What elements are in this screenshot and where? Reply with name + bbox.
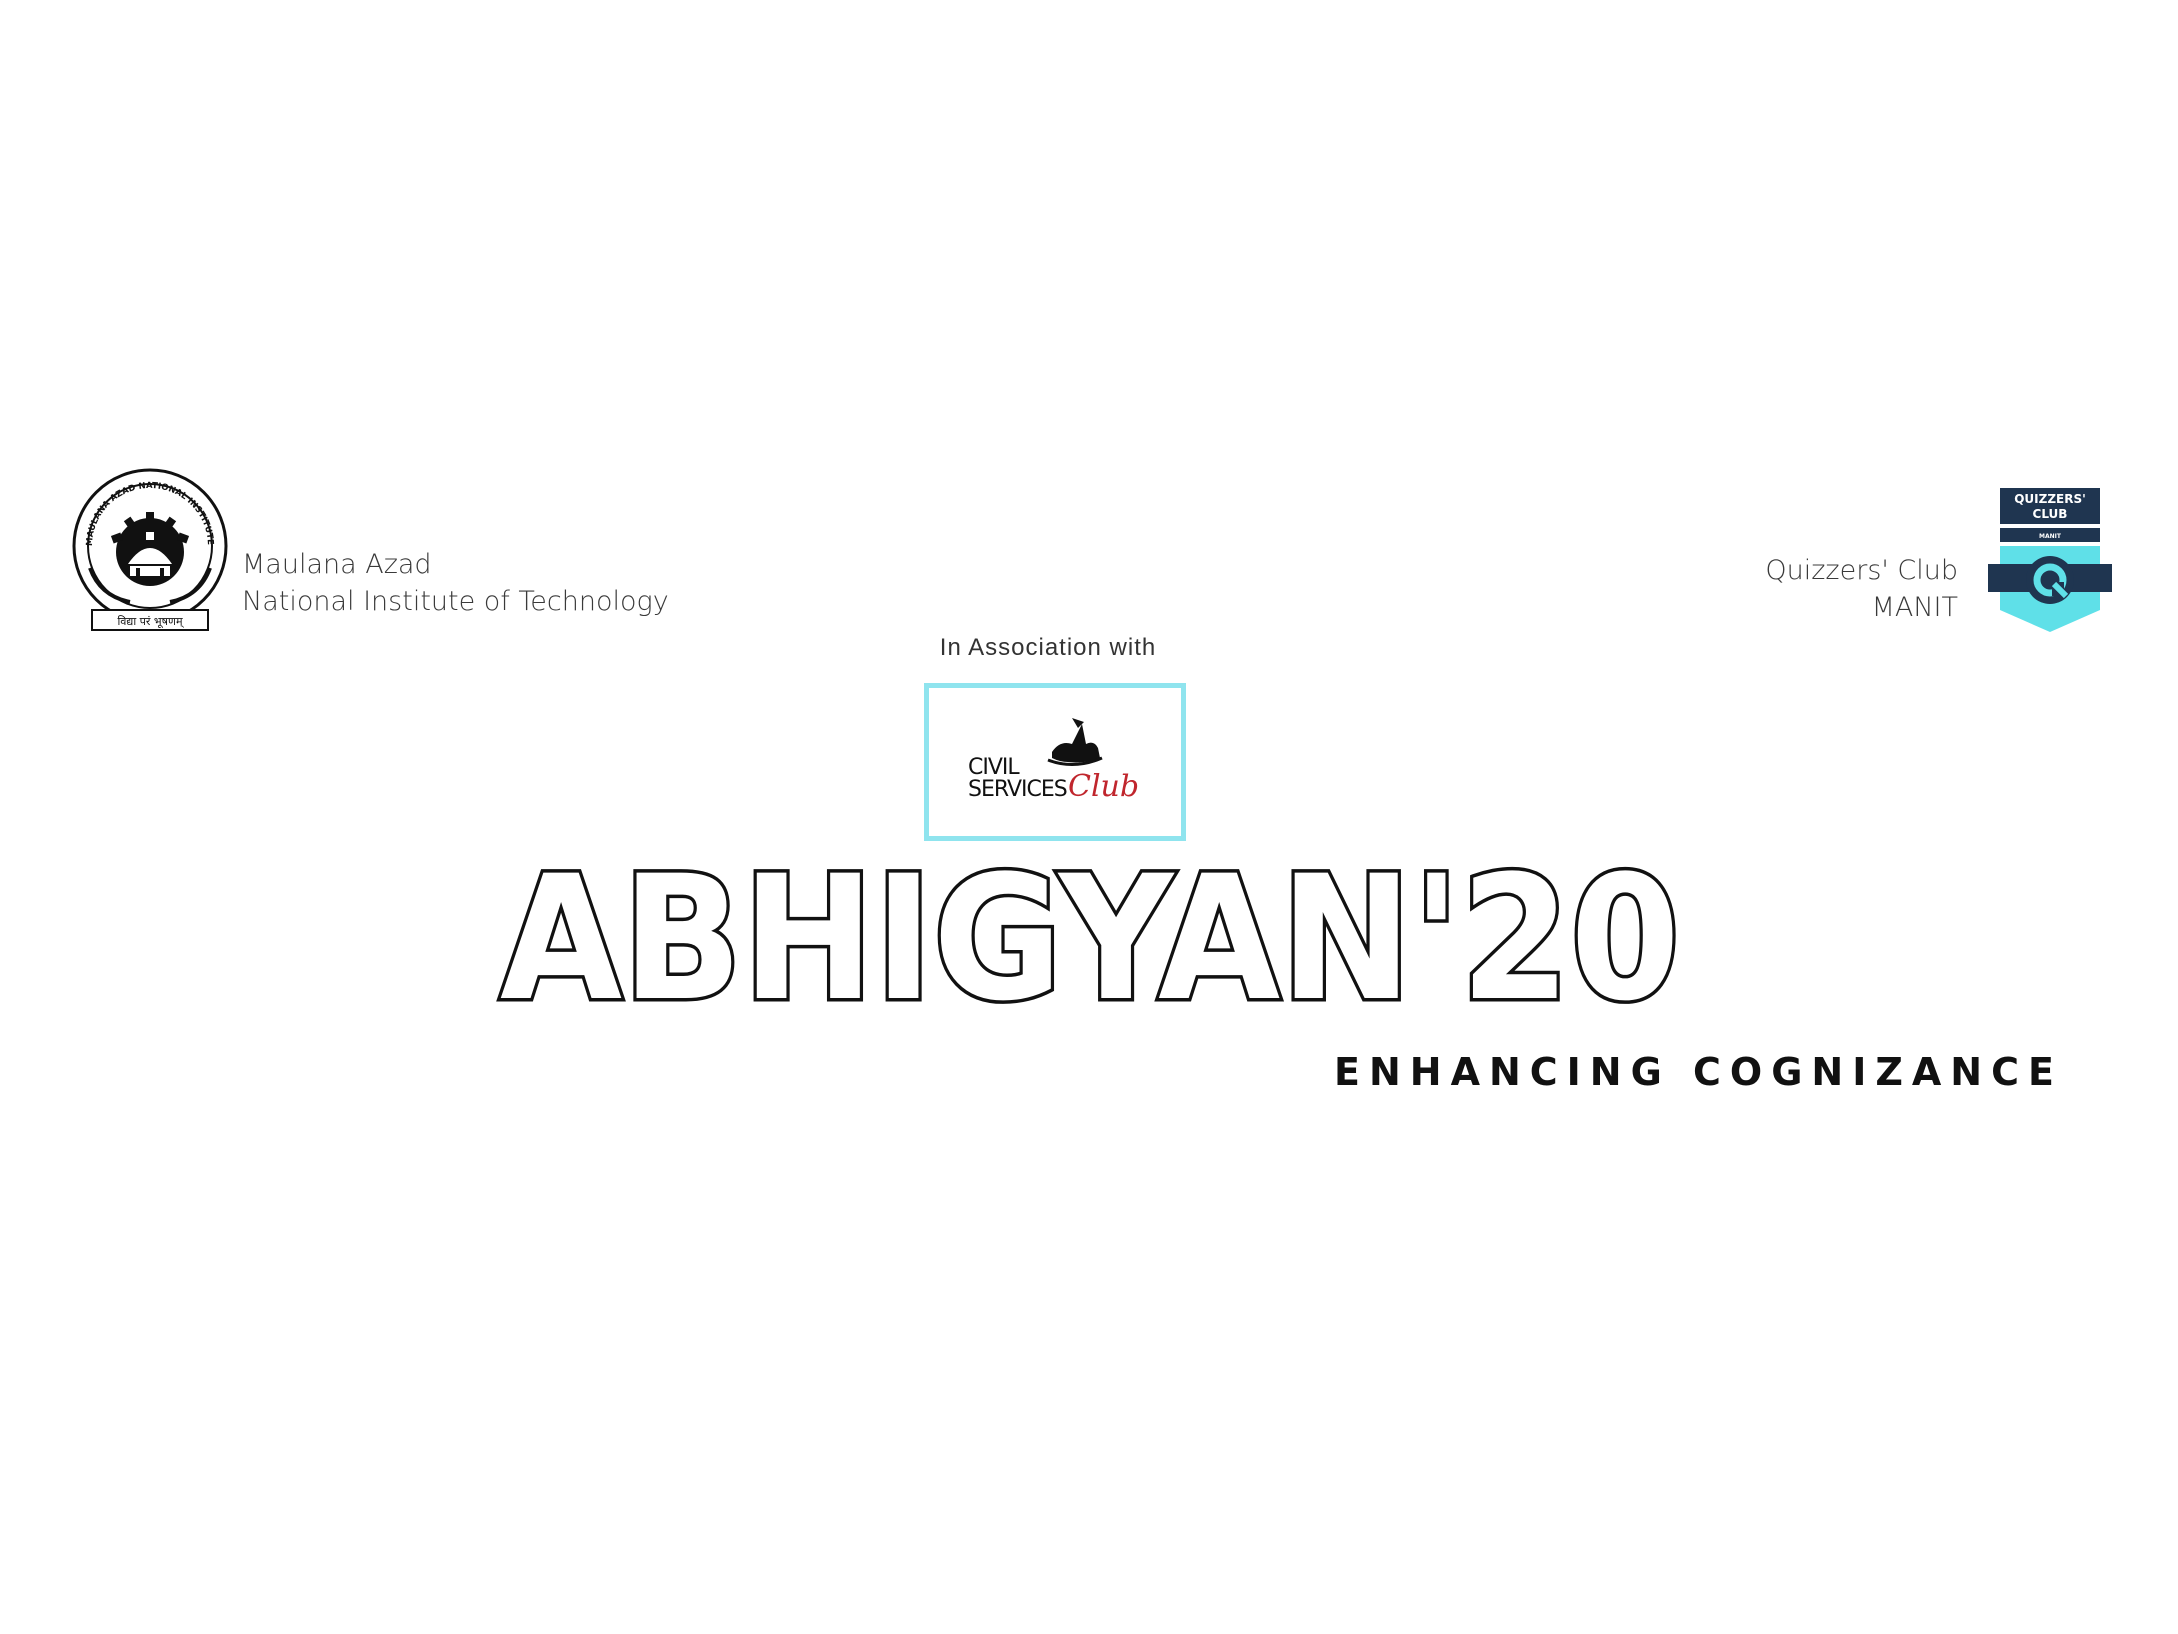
event-title-text: ABHIGYAN'20: [500, 865, 1680, 1015]
association-label: In Association with: [939, 634, 1157, 661]
event-title: ABHIGYAN'20: [497, 865, 1684, 1015]
partner-script-text: Club: [1068, 769, 1139, 802]
manit-motto: विद्या परं भूषणम्: [117, 615, 184, 629]
event-tagline: ENHANCING COGNIZANCE: [1334, 1050, 2063, 1094]
civil-services-club-logo: CIVIL SERVICES Club: [968, 718, 1139, 802]
badge-text-line1: QUIZZERS': [2014, 492, 2086, 506]
club-name-line2: MANIT: [1871, 592, 1958, 623]
institute-name-line2: National Institute of Technology: [242, 586, 669, 617]
club-name-line1: Quizzers' Club: [1765, 555, 1958, 586]
badge-text-line3: MANIT: [2039, 533, 2062, 540]
institute-name: Maulana Azad National Institute of Techn…: [242, 546, 669, 620]
institute-name-line1: Maulana Azad: [242, 549, 432, 580]
partner-text-line2: SERVICES: [968, 777, 1067, 802]
quizzers-club-badge-logo: QUIZZERS' CLUB MANIT: [1988, 488, 2112, 632]
club-name: Quizzers' Club MANIT: [1765, 552, 1958, 626]
manit-emblem-logo: MAULANA AZAD NATIONAL INSTITUTE OF TECHN…: [70, 468, 228, 631]
badge-text-line2: CLUB: [2033, 507, 2068, 521]
